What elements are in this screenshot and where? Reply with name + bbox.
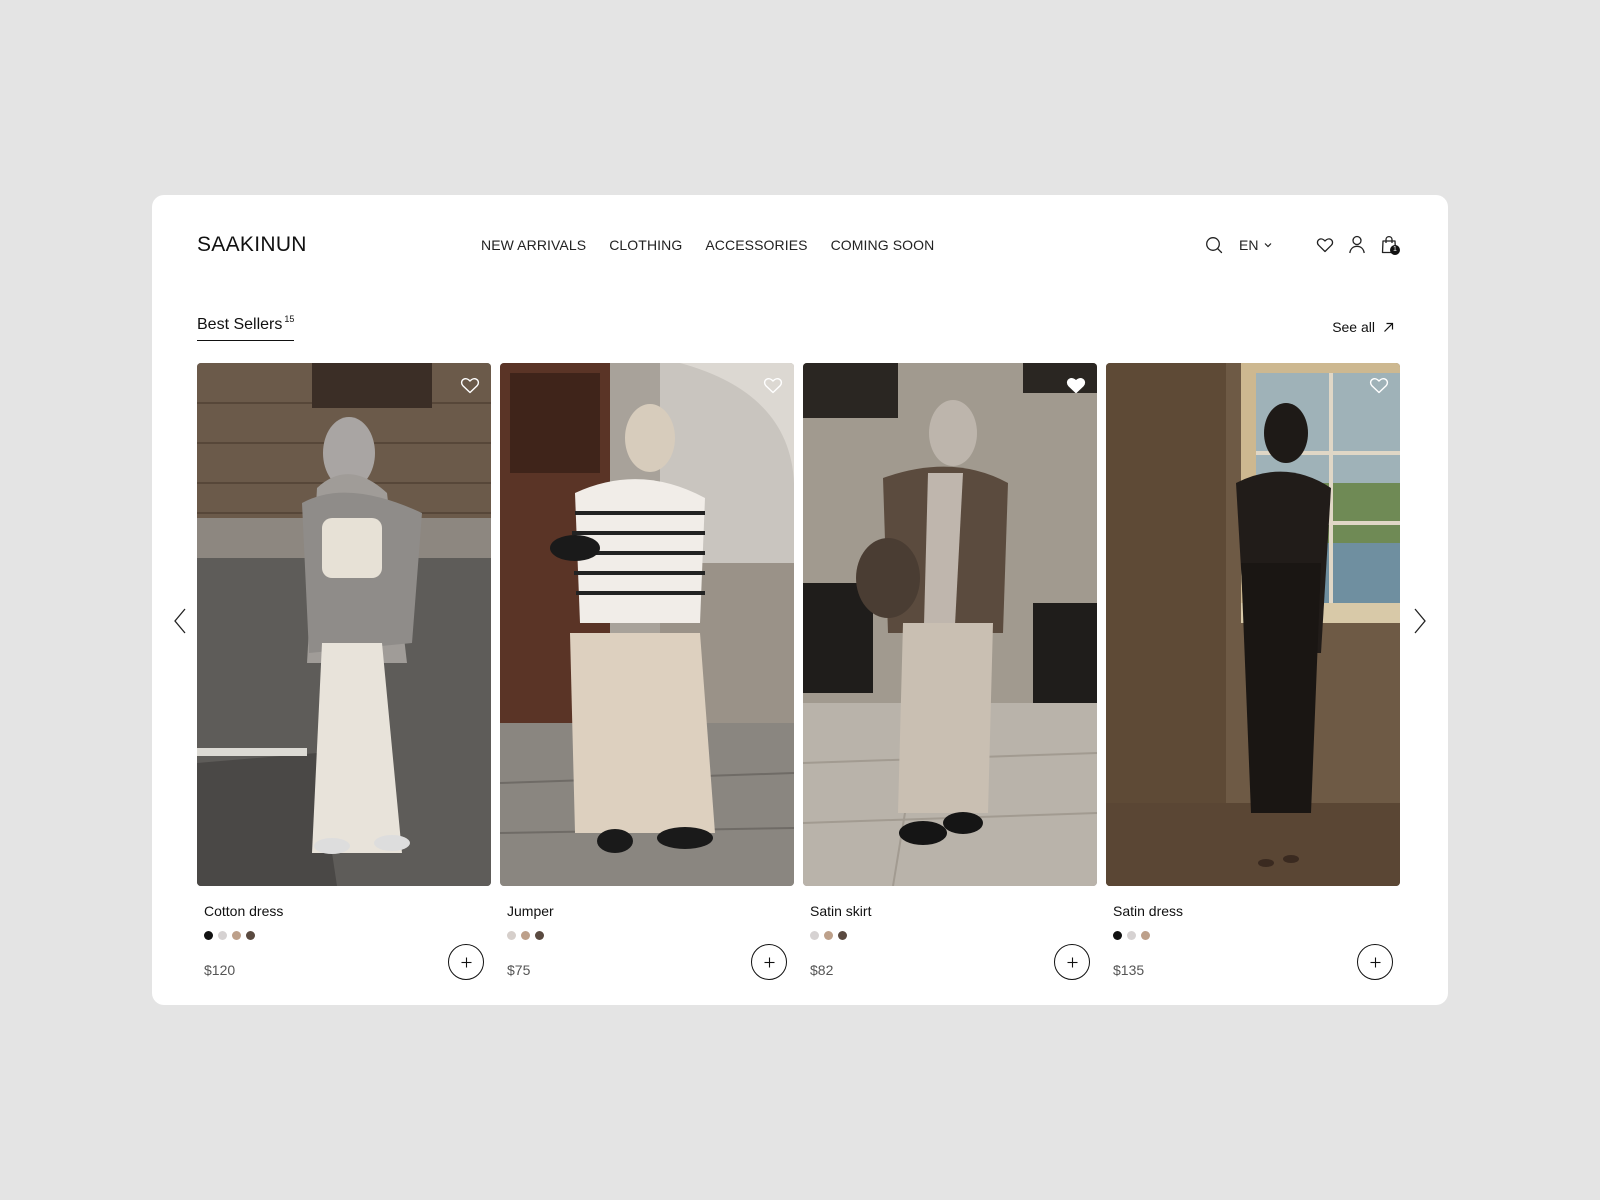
chevron-down-icon [1265,243,1272,248]
favorite-heart-icon[interactable] [763,376,783,394]
product-price: $120 [204,962,236,978]
section-title-label: Best Sellers [197,316,283,333]
product-photo[interactable] [197,363,491,886]
add-to-cart-button[interactable] [448,944,484,980]
nav-new-arrivals[interactable]: NEW ARRIVALS [481,237,586,253]
product-name[interactable]: Jumper [507,903,794,920]
wishlist-heart-icon[interactable] [1316,236,1334,254]
brand-logo[interactable]: SAAKINUN [197,233,307,257]
color-swatch[interactable] [246,931,255,940]
arrow-up-right-icon [1384,322,1394,332]
color-swatch[interactable] [824,931,833,940]
product-price: $82 [810,962,834,978]
color-swatches [810,931,1097,940]
main-nav: NEW ARRIVALS CLOTHING ACCESSORIES COMING… [481,237,934,253]
product-photo[interactable] [803,363,1097,886]
product-card[interactable]: Satin dress $135 [1106,363,1400,984]
product-price: $75 [507,962,531,978]
product-card[interactable]: Jumper $75 [500,363,794,984]
user-icon[interactable] [1348,235,1366,254]
plus-icon [1067,957,1077,967]
color-swatch[interactable] [507,931,516,940]
color-swatch[interactable] [1127,931,1136,940]
carousel-prev-chevron-left-icon[interactable] [172,607,188,635]
see-all-label: See all [1332,319,1375,335]
shopping-bag-icon[interactable]: 1 [1380,235,1400,255]
product-card[interactable]: Cotton dress $120 [197,363,491,984]
color-swatch[interactable] [1113,931,1122,940]
nav-coming-soon[interactable]: COMING SOON [831,237,935,253]
color-swatch[interactable] [535,931,544,940]
add-to-cart-button[interactable] [751,944,787,980]
section-title[interactable]: Best Sellers 15 [197,314,295,341]
language-selector[interactable]: EN [1239,237,1272,253]
product-photo[interactable] [1106,363,1400,886]
cart-count-badge: 1 [1390,245,1400,255]
color-swatch[interactable] [218,931,227,940]
product-card[interactable]: Satin skirt $82 [803,363,1097,984]
search-icon[interactable] [1205,236,1223,254]
product-name[interactable]: Satin dress [1113,903,1400,920]
language-label: EN [1239,237,1259,253]
product-carousel: Cotton dress $120 Jumper $75 Satin skirt… [197,363,1400,984]
color-swatches [1113,931,1400,940]
see-all-link[interactable]: See all [1332,319,1394,335]
product-photo[interactable] [500,363,794,886]
product-photo-image [197,363,491,886]
favorite-heart-icon[interactable] [1066,376,1086,394]
color-swatches [204,931,491,940]
favorite-heart-icon[interactable] [460,376,480,394]
product-name[interactable]: Satin skirt [810,903,1097,920]
plus-icon [764,957,774,967]
product-photo-image [803,363,1097,886]
product-photo-image [500,363,794,886]
color-swatch[interactable] [204,931,213,940]
color-swatches [507,931,794,940]
favorite-heart-icon[interactable] [1369,376,1389,394]
plus-icon [1370,957,1380,967]
carousel-next-chevron-right-icon[interactable] [1412,607,1428,635]
color-swatch[interactable] [1141,931,1150,940]
color-swatch[interactable] [810,931,819,940]
section-count: 15 [284,314,295,324]
color-swatch[interactable] [232,931,241,940]
main-card: SAAKINUN NEW ARRIVALS CLOTHING ACCESSORI… [152,195,1448,1005]
plus-icon [461,957,471,967]
product-price: $135 [1113,962,1145,978]
color-swatch[interactable] [838,931,847,940]
add-to-cart-button[interactable] [1357,944,1393,980]
product-photo-image [1106,363,1400,886]
color-swatch[interactable] [521,931,530,940]
add-to-cart-button[interactable] [1054,944,1090,980]
nav-accessories[interactable]: ACCESSORIES [705,237,807,253]
product-name[interactable]: Cotton dress [204,903,491,920]
nav-clothing[interactable]: CLOTHING [609,237,682,253]
